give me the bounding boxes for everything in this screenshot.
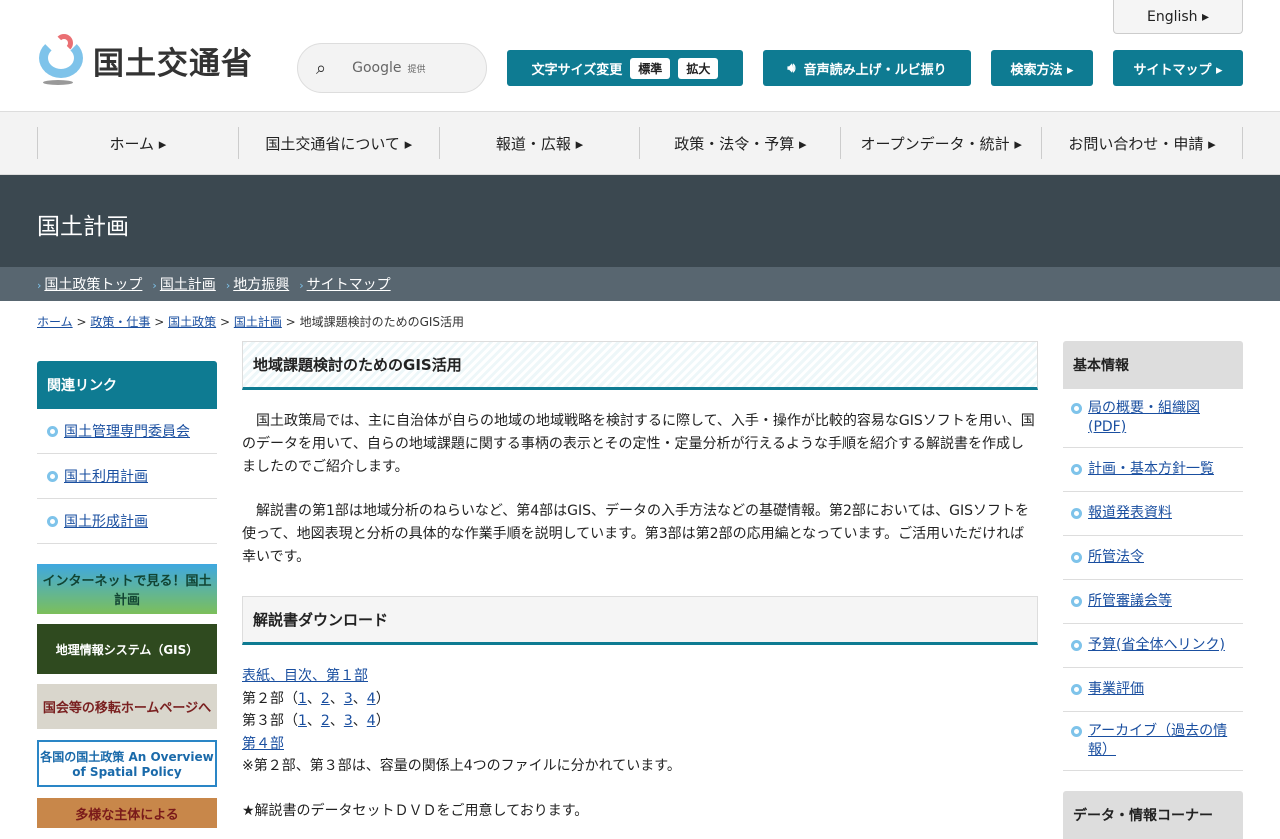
bullet-icon <box>1071 552 1082 563</box>
site-header: 国土交通省 ⌕ Google 提供 English ▸ 文字サイズ変更 標準 拡大… <box>0 0 1280 112</box>
banner-kokudo-keikaku[interactable]: インターネットで見る！国土計画 <box>37 564 217 614</box>
text-size-label: 文字サイズ変更 <box>531 62 623 78</box>
chevron-right-icon: › <box>225 279 231 292</box>
mlit-logo[interactable]: 国土交通省 <box>37 34 253 86</box>
info-link[interactable]: アーカイブ（過去の情報） <box>1088 722 1235 760</box>
download-list: 表紙、目次、第１部 第２部（1、2、3、4） 第３部（1、2、3、4） 第４部 … <box>242 665 1038 822</box>
related-link[interactable]: 国土利用計画 <box>64 466 148 486</box>
info-link[interactable]: 局の概要・組織図(PDF) <box>1088 399 1235 437</box>
info-link[interactable]: 所管審議会等 <box>1088 592 1172 611</box>
subnav-top[interactable]: 国土政策トップ <box>44 277 142 293</box>
english-button[interactable]: English ▸ <box>1113 0 1243 34</box>
sub-nav: › 国土政策トップ › 国土計画 › 地方振興 › サイトマップ <box>0 267 1280 301</box>
download-part2-2[interactable]: 2 <box>321 691 330 707</box>
bullet-icon <box>47 470 58 482</box>
info-link[interactable]: 予算(省全体へリンク) <box>1088 636 1225 655</box>
bullet-icon <box>47 425 58 437</box>
gnav-opendata[interactable]: オープンデータ・統計 ▸ <box>840 127 1041 159</box>
related-link[interactable]: 国土管理専門委員会 <box>64 421 190 441</box>
breadcrumb-policy[interactable]: 政策・仕事 <box>90 315 150 329</box>
page-title: 地域課題検討のためのGIS活用 <box>242 341 1038 390</box>
subnav-regional[interactable]: 地方振興 <box>233 277 289 293</box>
sitemap-button[interactable]: サイトマップ ▸ <box>1113 50 1243 86</box>
speech-button[interactable]: 🔊︎ 音声読み上げ・ルビ振り <box>763 50 971 86</box>
search-input[interactable]: ⌕ Google 提供 <box>297 43 487 93</box>
file-note: ※第２部、第３部は、容量の関係上4つのファイルに分かれています。 <box>242 758 681 774</box>
banner-spatial-policy[interactable]: 各国の国土政策 An Overview of Spatial Policy <box>37 740 217 787</box>
download-part3-3[interactable]: 3 <box>344 713 353 729</box>
bullet-icon <box>1071 464 1082 475</box>
download-part2-3[interactable]: 3 <box>344 691 353 707</box>
chevron-right-icon: › <box>152 279 157 292</box>
bullet-icon <box>1071 596 1082 607</box>
gnav-press[interactable]: 報道・広報 ▸ <box>438 127 640 159</box>
banner-diverse[interactable]: 多様な主体による <box>37 798 217 828</box>
page-category-title: 国土計画 <box>0 175 1280 267</box>
intro-paragraph: 国土政策局では、主に自治体が自らの地域の地域戦略を検討するに際して、入手・操作が… <box>242 413 1035 475</box>
bullet-icon <box>1071 508 1082 519</box>
breadcrumb: ホーム > 政策・仕事 > 国土政策 > 国土計画 > 地域課題検討のためのGI… <box>37 315 465 329</box>
banner-relocation[interactable]: 国会等の移転ホームページへ <box>37 684 217 729</box>
related-link[interactable]: 国土形成計画 <box>64 511 148 531</box>
data-corner-heading: データ・情報コーナー <box>1063 791 1243 839</box>
search-placeholder: Google <box>352 60 402 76</box>
gnav-contact[interactable]: お問い合わせ・申請 ▸ <box>1041 127 1243 159</box>
search-icon: ⌕ <box>316 57 327 79</box>
right-sidebar: 基本情報 局の概要・組織図(PDF) 計画・基本方針一覧 報道発表資料 所管法令… <box>1063 341 1243 839</box>
download-part1[interactable]: 表紙、目次、第１部 <box>242 668 368 684</box>
global-nav: ホーム ▸ 国土交通省について ▸ 報道・広報 ▸ 政策・法令・予算 ▸ オープ… <box>0 112 1280 175</box>
breadcrumb-current: 地域課題検討のためのGIS活用 <box>299 315 465 329</box>
download-part3-4[interactable]: 4 <box>367 713 376 729</box>
chevron-right-icon: › <box>37 279 42 292</box>
bullet-icon <box>1071 403 1082 414</box>
banner-gis[interactable]: 地理情報システム（GIS） <box>37 624 217 674</box>
gnav-policy[interactable]: 政策・法令・予算 ▸ <box>639 127 840 159</box>
download-part2-4[interactable]: 4 <box>367 691 376 707</box>
info-link[interactable]: 計画・基本方針一覧 <box>1088 460 1214 479</box>
download-part2-1[interactable]: 1 <box>298 691 307 707</box>
bullet-icon <box>1071 640 1082 651</box>
download-part4[interactable]: 第４部 <box>242 736 284 752</box>
info-link[interactable]: 事業評価 <box>1088 680 1144 699</box>
gnav-about[interactable]: 国土交通省について ▸ <box>237 127 439 159</box>
search-method-button[interactable]: 検索方法 ▸ <box>991 50 1093 86</box>
breadcrumb-national[interactable]: 国土政策 <box>168 315 216 329</box>
bullet-icon <box>47 515 58 527</box>
logo-mark-icon <box>37 34 85 86</box>
dvd-note: ★解説書のデータセットＤＶＤをご用意しております。 <box>242 802 589 819</box>
info-link[interactable]: 報道発表資料 <box>1088 504 1172 523</box>
text-size-control: 文字サイズ変更 標準 拡大 <box>507 50 743 86</box>
description-paragraph: 解説書の第1部は地域分析のねらいなど、第4部はGIS、データの入手方法などの基礎… <box>242 503 1030 565</box>
subnav-sitemap[interactable]: サイトマップ <box>307 277 391 293</box>
related-links-heading: 関連リンク <box>37 361 217 409</box>
bullet-icon <box>1071 684 1082 695</box>
speaker-icon: 🔊︎ <box>787 60 796 76</box>
bullet-icon <box>1071 726 1082 737</box>
text-size-standard-button[interactable]: 標準 <box>630 57 671 79</box>
gnav-home[interactable]: ホーム ▸ <box>37 127 238 159</box>
breadcrumb-home[interactable]: ホーム <box>37 315 73 329</box>
search-provider: 提供 <box>407 65 426 75</box>
text-size-large-button[interactable]: 拡大 <box>678 57 719 79</box>
breadcrumb-plan[interactable]: 国土計画 <box>234 315 282 329</box>
info-link[interactable]: 所管法令 <box>1088 548 1144 567</box>
download-heading: 解説書ダウンロード <box>242 596 1038 645</box>
subnav-plan[interactable]: 国土計画 <box>160 277 216 293</box>
left-sidebar: 関連リンク 国土管理専門委員会 国土利用計画 国土形成計画 インターネットで見る… <box>37 361 217 828</box>
basic-info-heading: 基本情報 <box>1063 341 1243 389</box>
download-part3-1[interactable]: 1 <box>298 713 307 729</box>
chevron-right-icon: › <box>299 279 304 292</box>
download-part3-2[interactable]: 2 <box>321 713 330 729</box>
main-content: 地域課題検討のためのGIS活用 国土政策局では、主に自治体が自らの地域の地域戦略… <box>242 341 1038 822</box>
